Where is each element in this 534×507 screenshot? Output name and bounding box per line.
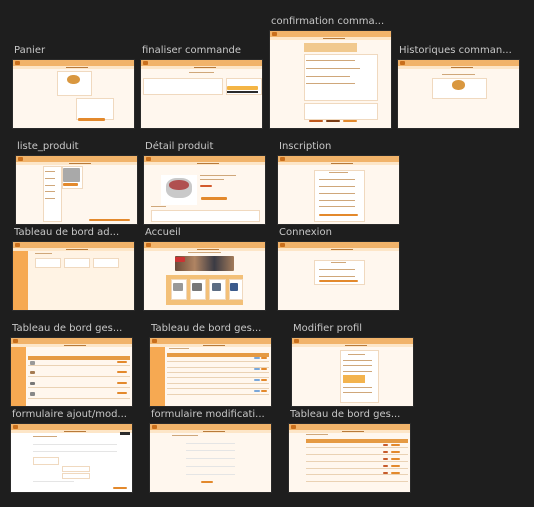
- frame-label: Accueil: [145, 227, 181, 238]
- frame-label: Tableau de bord ges...: [151, 323, 262, 334]
- frame-label: formulaire ajout/mod...: [12, 409, 127, 420]
- frame-tableau-de-bord-gestion-2[interactable]: Tableau de bord ges...: [149, 323, 272, 407]
- frame-label: formulaire modificati...: [151, 409, 265, 420]
- thumbnail: [10, 337, 133, 407]
- thumbnail: [291, 337, 414, 407]
- frame-tableau-de-bord-gestion-3[interactable]: Tableau de bord ges...: [288, 409, 411, 493]
- frame-accueil[interactable]: Accueil: [143, 227, 266, 311]
- frame-confirmation-commande[interactable]: confirmation comma...: [269, 16, 392, 129]
- frame-label: Panier: [14, 45, 46, 56]
- frame-inscription[interactable]: Inscription: [277, 141, 400, 225]
- frame-panier[interactable]: Panier: [12, 45, 135, 129]
- frame-finaliser-commande[interactable]: finaliser commande: [140, 45, 263, 129]
- frame-tableau-de-bord-admin[interactable]: Tableau de bord ad...: [12, 227, 135, 311]
- frame-label: Tableau de bord ges...: [290, 409, 401, 420]
- frame-modifier-profil[interactable]: Modifier profil: [291, 323, 414, 407]
- thumbnail: [140, 59, 263, 129]
- thumbnail: [149, 423, 272, 493]
- frame-connexion[interactable]: Connexion: [277, 227, 400, 311]
- frame-label: Tableau de bord ges...: [12, 323, 123, 334]
- thumbnail: [12, 241, 135, 311]
- frame-label: Modifier profil: [293, 323, 363, 334]
- frame-label: finaliser commande: [142, 45, 242, 56]
- thumbnail: [143, 241, 266, 311]
- thumbnail: [277, 155, 400, 225]
- frame-liste-produit[interactable]: liste_produit: [15, 141, 138, 225]
- frame-formulaire-modification[interactable]: formulaire modificati...: [149, 409, 272, 493]
- frame-label: Historiques comman...: [399, 45, 512, 56]
- frame-label: Tableau de bord ad...: [14, 227, 120, 238]
- frame-historiques-commandes[interactable]: Historiques comman...: [397, 45, 520, 129]
- thumbnail: [288, 423, 411, 493]
- thumbnail: [149, 337, 272, 407]
- thumbnail: [269, 30, 392, 129]
- frame-tableau-de-bord-gestion-1[interactable]: Tableau de bord ges...: [10, 323, 133, 407]
- frame-label: liste_produit: [17, 141, 79, 152]
- thumbnail: [10, 423, 133, 493]
- frame-label: Détail produit: [145, 141, 214, 152]
- thumbnail: [12, 59, 135, 129]
- frame-label: Connexion: [279, 227, 332, 238]
- thumbnail: [15, 155, 138, 225]
- thumbnail: [143, 155, 266, 225]
- frame-label: Inscription: [279, 141, 332, 152]
- frame-label: confirmation comma...: [271, 16, 385, 27]
- frame-formulaire-ajout-modification[interactable]: formulaire ajout/mod...: [10, 409, 133, 493]
- frame-detail-produit[interactable]: Détail produit: [143, 141, 266, 225]
- thumbnail: [277, 241, 400, 311]
- thumbnail: [397, 59, 520, 129]
